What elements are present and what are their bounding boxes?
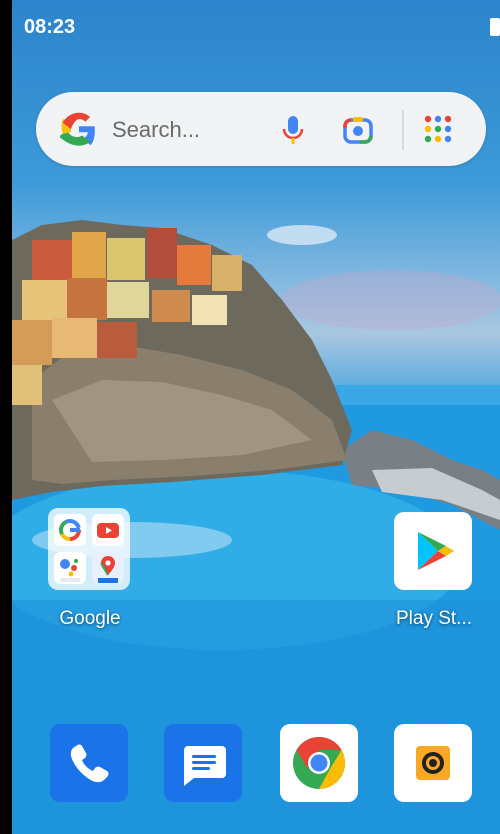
chrome-app[interactable] [280, 724, 358, 802]
messages-icon [184, 746, 226, 786]
play-store-icon [418, 532, 454, 570]
home-screen: 08:23 Search... Google Play St... [12, 0, 500, 834]
assistant-go-app-icon [54, 552, 86, 584]
google-folder[interactable] [48, 508, 130, 590]
lens-icon[interactable] [342, 114, 374, 146]
camera-icon [416, 746, 450, 780]
google-search-bar[interactable]: Search... [36, 92, 486, 166]
battery-icon [490, 18, 500, 36]
play-store-label: Play St... [395, 608, 473, 629]
google-app-icon [54, 514, 86, 546]
google-g-icon [60, 112, 95, 146]
mic-icon[interactable] [280, 114, 306, 146]
status-time: 08:23 [24, 16, 76, 38]
chrome-icon [293, 737, 345, 789]
google-folder-label: Google [59, 608, 121, 629]
search-placeholder: Search... [112, 117, 201, 142]
phone-app[interactable] [50, 724, 128, 802]
search-divider [402, 110, 404, 150]
camera-app[interactable] [394, 724, 472, 802]
youtube-app-icon [92, 514, 124, 546]
messages-app[interactable] [164, 724, 242, 802]
maps-go-app-icon [92, 552, 124, 584]
apps-grid-icon[interactable] [422, 113, 454, 145]
phone-icon [70, 744, 109, 783]
play-store-app[interactable] [394, 512, 472, 590]
